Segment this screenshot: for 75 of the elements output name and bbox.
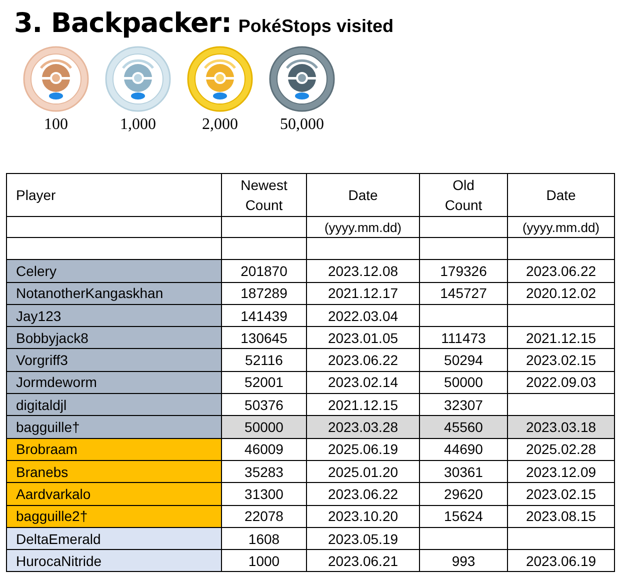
player-cell: bagguille2† — [6, 505, 222, 528]
table-cell: 2023.06.21 — [306, 550, 420, 572]
player-cell: Brobraam — [6, 438, 222, 460]
table-cell: 2023.03.28 — [306, 416, 420, 438]
table-cell: 2023.02.15 — [508, 482, 614, 506]
table-cell: 2023.06.19 — [508, 550, 614, 572]
player-cell: bagguille† — [6, 416, 222, 438]
table-cell: 2022.09.03 — [508, 371, 614, 394]
player-cell: Vorgriff3 — [6, 348, 222, 372]
table-cell: 2023.06.22 — [306, 482, 420, 506]
table-cell: 2023.08.15 — [508, 505, 614, 528]
medal-label: 100 — [44, 116, 68, 134]
column-header: Date — [546, 186, 576, 205]
player-cell: Celery — [6, 260, 222, 282]
table-cell: 2020.12.02 — [508, 282, 614, 304]
table-cell: 2023.05.19 — [306, 527, 420, 550]
column-header: Date — [348, 186, 378, 205]
table-cell: 179326 — [420, 260, 508, 282]
player-cell: Jormdeworm — [6, 371, 222, 394]
table-cell: 44690 — [420, 438, 508, 460]
table-cell: 35283 — [222, 460, 306, 483]
table-cell: 187289 — [222, 282, 306, 304]
table-cell: 2023.02.15 — [508, 348, 614, 372]
medal-label: 1,000 — [120, 116, 156, 134]
table-cell: 993 — [420, 550, 508, 572]
column-subheader: (yyyy.mm.dd) — [522, 220, 600, 235]
player-cell: HurocaNitride — [6, 550, 222, 572]
table-cell: 130645 — [222, 326, 306, 349]
column-subheader: (yyyy.mm.dd) — [324, 220, 402, 235]
player-cell: NotanotherKangaskhan — [6, 282, 222, 304]
table-cell: 145727 — [420, 282, 508, 304]
table-cell: 52001 — [222, 371, 306, 394]
table-cell: 52116 — [222, 348, 306, 372]
player-cell: Aardvarkalo — [6, 482, 222, 506]
column-header: Player — [16, 186, 56, 205]
table-cell: 2023.06.22 — [508, 260, 614, 282]
table-cell: 30361 — [420, 460, 508, 483]
page-subtitle: PokéStops visited — [238, 16, 394, 37]
table-cell: 2023.06.22 — [306, 348, 420, 372]
table-cell: 50294 — [420, 348, 508, 372]
medal-label: 2,000 — [202, 116, 238, 134]
table-cell: 2023.03.18 — [508, 416, 614, 438]
table-cell: 2021.12.15 — [508, 326, 614, 349]
table-cell: 2023.10.20 — [306, 505, 420, 528]
medal-label: 50,000 — [280, 116, 324, 134]
table-cell: 141439 — [222, 304, 306, 327]
player-cell: digitaldjl — [6, 394, 222, 416]
column-header: Newest Count — [240, 176, 288, 215]
table-cell: 201870 — [222, 260, 306, 282]
table-cell: 15624 — [420, 505, 508, 528]
table-cell: 50000 — [222, 416, 306, 438]
table-cell: 29620 — [420, 482, 508, 506]
player-cell: Jay123 — [6, 304, 222, 327]
table-cell: 2025.02.28 — [508, 438, 614, 460]
table-cell: 2023.01.05 — [306, 326, 420, 349]
table-cell: 2021.12.17 — [306, 282, 420, 304]
table-cell: 2023.02.14 — [306, 371, 420, 394]
table-cell: 50000 — [420, 371, 508, 394]
table-cell: 2025.06.19 — [306, 438, 420, 460]
table-cell: 2025.01.20 — [306, 460, 420, 483]
table-cell: 22078 — [222, 505, 306, 528]
player-cell: DeltaEmerald — [6, 527, 222, 550]
page-title: 3. Backpacker: — [14, 8, 232, 39]
table-cell: 1608 — [222, 527, 306, 550]
table-cell: 2023.12.09 — [508, 460, 614, 483]
player-cell: Branebs — [6, 460, 222, 483]
column-header: Old Count — [444, 176, 484, 215]
table-cell: 1000 — [222, 550, 306, 572]
table-cell: 2023.12.08 — [306, 260, 420, 282]
table-cell: 46009 — [222, 438, 306, 460]
table-cell: 2022.03.04 — [306, 304, 420, 327]
table-cell: 111473 — [420, 326, 508, 349]
player-cell: Bobbyjack8 — [6, 326, 222, 349]
table-cell: 31300 — [222, 482, 306, 506]
table-cell: 45560 — [420, 416, 508, 438]
